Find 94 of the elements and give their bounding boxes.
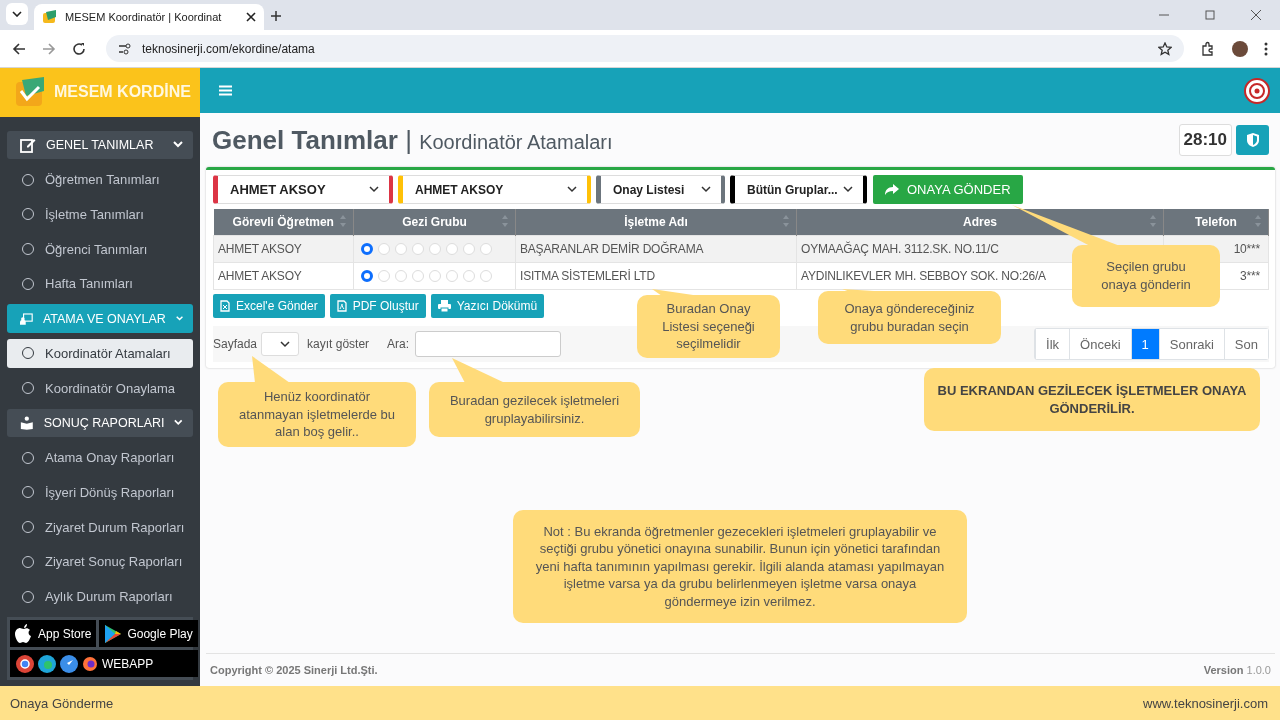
length-label: Sayfada [213, 337, 258, 351]
address-bar[interactable]: teknosinerji.com/ekordine/atama [106, 35, 1184, 62]
logo-icon [14, 76, 46, 109]
tab-title: MESEM Koordinatör | Koordinat [65, 11, 223, 23]
table-cell: BAŞARANLAR DEMİR DOĞRAMA [515, 235, 797, 263]
sidebar-section[interactable]: GENEL TANIMLAR [7, 130, 193, 160]
column-header[interactable]: Telefon [1163, 209, 1269, 236]
star-icon[interactable] [1158, 41, 1172, 56]
store-badge[interactable]: App Store [10, 620, 97, 648]
pdf-file-icon [336, 300, 347, 312]
brand-name: MESEM KORDİNE [54, 83, 191, 102]
logo-icon [42, 9, 58, 25]
emblem-icon [1244, 77, 1270, 104]
edit-icon [20, 136, 36, 153]
more-icon[interactable] [1264, 41, 1268, 56]
page-link[interactable]: Önceki [1069, 329, 1131, 359]
caption-title: Onaya Gönderme [10, 695, 114, 711]
sort-icon [782, 214, 790, 228]
table-cell: AHMET AKSOY [213, 235, 354, 263]
search-label: Ara: [387, 337, 410, 351]
callout: BU EKRANDAN GEZİLECEK İŞLETMELER ONAYA GÖNDERİLİR. [924, 368, 1260, 431]
length-select[interactable] [261, 332, 300, 356]
sidebar-item[interactable]: Koordinatör Atamaları [7, 339, 193, 368]
callout-pointer [452, 358, 505, 383]
forward-icon[interactable] [42, 41, 56, 56]
table-cell: AHMET AKSOY [213, 262, 354, 290]
tab-list-icon[interactable] [6, 3, 28, 25]
filter-select[interactable]: Bütün Gruplar... [730, 175, 867, 204]
table-cell-text: 10*** [1233, 242, 1261, 256]
search-field[interactable] [415, 331, 562, 357]
table-cell: ISITMA SİSTEMLERİ LTD [515, 262, 797, 290]
chevron-icon [280, 340, 291, 348]
session-timer: 28:10 [1178, 124, 1232, 156]
printer-icon [437, 300, 451, 312]
sidebar-item[interactable]: Koordinatör Onaylama [7, 373, 193, 403]
page-link[interactable]: Son [1223, 329, 1268, 359]
sort-icon [339, 214, 347, 228]
group-radio[interactable] [361, 243, 373, 255]
presentation-icon [20, 310, 33, 327]
sidebar-item[interactable]: Ziyaret Sonuç Raporları [7, 547, 193, 577]
page-link[interactable]: 1 [1130, 329, 1159, 359]
chevron-icon [701, 186, 711, 193]
restore-icon[interactable] [1204, 9, 1216, 21]
close-icon[interactable] [246, 12, 256, 22]
sort-icon [1254, 214, 1262, 228]
column-header[interactable]: İşletme Adı [515, 209, 797, 236]
apple-icon [15, 623, 33, 644]
callout: Not : Bu ekranda öğretmenler gezecekleri işletmeleri gruplayabilir ve seçtiği grubu yönetici onayına sunabilir. Bunun için yönetici tarafından yeni hafta tanımının yapılması gerekir. İlgili alanda ataması yapılmayan işletme varsa ya da grubu belirlenmeyen işletme varsa onaya göndermeye izin verilmez. [513, 510, 967, 623]
play-icon [104, 623, 123, 644]
sidebar-item[interactable]: Atama Onay Raporları [7, 443, 193, 473]
sidebar-item[interactable]: İşyeri Dönüş Raporları [7, 478, 193, 507]
sidebar-item[interactable]: Hafta Tanımları [7, 269, 193, 299]
column-header[interactable]: Görevli Öğretmen [213, 209, 354, 236]
sidebar-item[interactable]: Öğretmen Tanımları [7, 165, 193, 195]
browser-tab[interactable]: MESEM Koordinatör | Koordinat [34, 4, 264, 30]
sidebar-item[interactable]: İşletme Tanımları [7, 200, 193, 229]
excel-file-icon [220, 300, 230, 312]
table-cell-text: 3*** [1240, 269, 1261, 283]
length-label: kayıt göster [307, 337, 370, 351]
shield-icon [1245, 132, 1260, 148]
group-radio[interactable] [361, 270, 373, 282]
sidebar-item[interactable]: Öğrenci Tanımları [7, 234, 193, 264]
copyright: Copyright © 2025 Sinerji Ltd.Şti. [210, 664, 378, 676]
reader-icon [20, 414, 34, 431]
chevron-icon [369, 186, 379, 193]
column-header[interactable]: Gezi Grubu [353, 209, 516, 236]
chevron-icon [567, 186, 577, 193]
page-link[interactable]: İlk [1035, 329, 1070, 359]
share-icon [885, 183, 899, 196]
extensions-icon[interactable] [1200, 40, 1216, 57]
store-badge[interactable]: WEBAPP [10, 650, 198, 678]
sort-icon [501, 214, 509, 228]
page-link[interactable]: Sonraki [1158, 329, 1224, 359]
sort-icon [1149, 214, 1157, 228]
filter-select[interactable]: AHMET AKSOY [398, 175, 591, 204]
sidebar-item[interactable]: Aylık Durum Raporları [7, 582, 193, 612]
chevron-icon [843, 186, 853, 193]
shield-button[interactable] [1236, 125, 1269, 155]
new-tab-icon[interactable] [270, 10, 282, 22]
column-header[interactable]: Adres [796, 209, 1164, 236]
version: Version 1.0.0 [1203, 664, 1271, 676]
menu-icon[interactable] [219, 85, 232, 96]
filter-select[interactable]: Onay Listesi [596, 175, 725, 204]
sidebar-section[interactable]: SONUÇ RAPORLARI [7, 408, 193, 438]
filter-select[interactable]: AHMET AKSOY [213, 175, 393, 204]
store-badge[interactable]: Google Play [99, 620, 198, 648]
reload-icon[interactable] [72, 41, 86, 56]
site-settings-icon[interactable] [118, 42, 132, 55]
page-title: Genel Tanımlar | Koordinatör Atamaları [212, 124, 614, 156]
back-icon[interactable] [12, 41, 26, 56]
callout: Onaya göndereceğiniz grubu buradan seçin [818, 291, 1001, 344]
sidebar-item[interactable]: Ziyaret Durum Raporları [7, 512, 193, 542]
avatar-icon[interactable] [1232, 40, 1248, 57]
callout-pointer [252, 356, 290, 383]
